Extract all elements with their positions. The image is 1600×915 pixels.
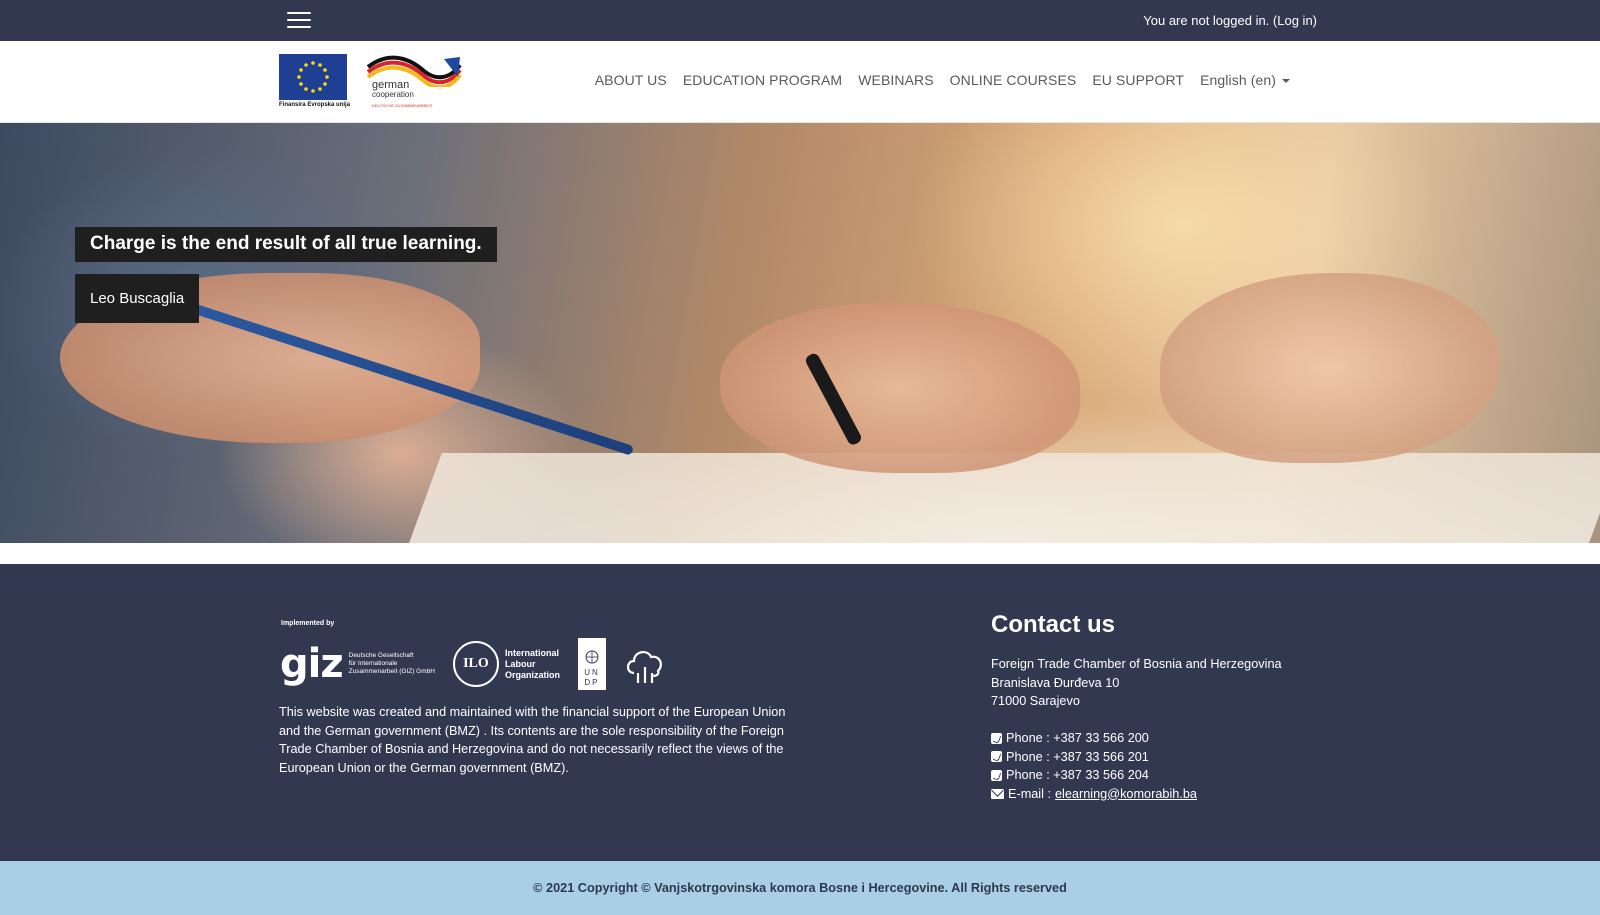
hero-banner: Charge is the end result of all true lea… bbox=[0, 123, 1600, 543]
contact-email-label: E-mail : bbox=[1008, 786, 1051, 801]
gc-line-3: DEUTSCHE ZUSAMMENARBEIT bbox=[372, 103, 433, 108]
giz-text-3: Zusammenarbeit (GIZ) GmbH bbox=[348, 668, 435, 675]
contact-street: Branislava Đurđeva 10 bbox=[991, 675, 1120, 690]
giz-text-2: für Internationale bbox=[348, 660, 398, 667]
caret-down-icon bbox=[1282, 79, 1290, 84]
contact-title: Contact us bbox=[991, 611, 1116, 638]
eu-logo[interactable]: Finansira Evropska unija bbox=[279, 54, 351, 110]
ilo-text: International Labour Organization bbox=[505, 648, 560, 681]
footer-disclaimer: This website was created and maintained … bbox=[279, 705, 786, 775]
hero-quote-text: Charge is the end result of all true lea… bbox=[90, 233, 482, 254]
partner-logos: giz Deutsche Gesellschaft für Internatio… bbox=[280, 636, 666, 692]
language-label: English (en) bbox=[1200, 72, 1276, 88]
nav-education-program[interactable]: EDUCATION PROGRAM bbox=[683, 72, 842, 88]
main-nav: ABOUT US EDUCATION PROGRAM WEBINARS ONLI… bbox=[595, 72, 1290, 88]
giz-text: Deutsche Gesellschaft für Internationale… bbox=[349, 652, 435, 676]
contact-phone: Phone : +387 33 566 204 bbox=[1006, 768, 1149, 782]
ilo-text-1: International bbox=[504, 647, 559, 658]
contact-phone: Phone : +387 33 566 200 bbox=[1006, 731, 1149, 745]
ilo-text-3: Organization bbox=[504, 669, 560, 680]
contact-city: 71000 Sarajevo bbox=[991, 694, 1080, 708]
hamburger-menu-icon[interactable] bbox=[287, 12, 311, 30]
copyright-text: © 2021 Copyright © Vanjskotrgovinska kom… bbox=[533, 881, 1067, 895]
nav-webinars[interactable]: WEBINARS bbox=[858, 72, 933, 88]
login-link[interactable]: (Log in) bbox=[1273, 13, 1317, 28]
implemented-by-label: Implemented by bbox=[281, 620, 335, 627]
hero-author: Leo Buscaglia bbox=[75, 274, 200, 323]
undp-emblem-icon bbox=[585, 650, 599, 664]
envelope-icon bbox=[991, 788, 1004, 799]
nav-online-courses[interactable]: ONLINE COURSES bbox=[950, 72, 1077, 88]
ilo-mark: ILO bbox=[463, 656, 489, 671]
contact-phone-row: Phone : +387 33 566 201 bbox=[991, 748, 1331, 767]
cloud-logo-icon[interactable] bbox=[624, 643, 666, 685]
hero-book-decoration bbox=[398, 453, 1600, 543]
top-bar: You are not logged in. (Log in) bbox=[0, 0, 1600, 41]
nav-eu-support[interactable]: EU SUPPORT bbox=[1092, 72, 1184, 88]
language-dropdown[interactable]: English (en) bbox=[1200, 72, 1290, 88]
ilo-emblem-icon: ILO bbox=[452, 641, 499, 687]
giz-mark: giz bbox=[280, 641, 344, 687]
undp-line-1: UN bbox=[584, 668, 600, 677]
ilo-text-2: Labour bbox=[504, 658, 536, 669]
copyright-bar: © 2021 Copyright © Vanjskotrgovinska kom… bbox=[0, 861, 1600, 915]
hero-author-text: Leo Buscaglia bbox=[90, 290, 185, 307]
login-status-text: You are not logged in. bbox=[1143, 13, 1270, 28]
contact-email-row: E-mail : elearning@komorabih.ba bbox=[991, 785, 1331, 804]
eu-flag-icon bbox=[279, 54, 347, 100]
ilo-logo[interactable]: ILO International Labour Organization bbox=[452, 641, 560, 687]
german-cooperation-logo[interactable]: german cooperation DEUTSCHE ZUSAMMENARBE… bbox=[366, 53, 462, 111]
hero-hand-decoration bbox=[720, 303, 1080, 473]
phone-icon bbox=[991, 751, 1002, 763]
eu-logo-caption: Finansira Evropska unija bbox=[279, 102, 351, 108]
contact-phone: Phone : +387 33 566 201 bbox=[1006, 749, 1149, 764]
undp-logo[interactable]: UN DP bbox=[577, 638, 606, 690]
nav-about-us[interactable]: ABOUT US bbox=[595, 72, 667, 88]
contact-details: Foreign Trade Chamber of Bosnia and Herz… bbox=[991, 655, 1331, 803]
phone-icon bbox=[991, 769, 1002, 781]
contact-phone-row: Phone : +387 33 566 200 bbox=[991, 729, 1331, 748]
phone-icon bbox=[991, 732, 1002, 744]
site-footer: Implemented by giz Deutsche Gesellschaft… bbox=[0, 564, 1600, 861]
gc-line-2: cooperation bbox=[372, 90, 414, 99]
giz-logo[interactable]: giz Deutsche Gesellschaft für Internatio… bbox=[280, 641, 435, 687]
hero-quote: Charge is the end result of all true lea… bbox=[75, 227, 497, 262]
site-header: Finansira Evropska unija german cooperat… bbox=[0, 41, 1600, 123]
contact-org: Foreign Trade Chamber of Bosnia and Herz… bbox=[991, 657, 1282, 671]
german-cooperation-text: german cooperation DEUTSCHE ZUSAMMENARBE… bbox=[372, 80, 433, 110]
hero-hand-decoration bbox=[1160, 273, 1500, 463]
login-status: You are not logged in. (Log in) bbox=[1143, 13, 1317, 28]
contact-email-link[interactable]: elearning@komorabih.ba bbox=[1055, 785, 1197, 804]
undp-line-2: DP bbox=[584, 678, 600, 687]
giz-text-1: Deutsche Gesellschaft bbox=[348, 652, 414, 659]
contact-phone-row: Phone : +387 33 566 204 bbox=[991, 766, 1331, 785]
